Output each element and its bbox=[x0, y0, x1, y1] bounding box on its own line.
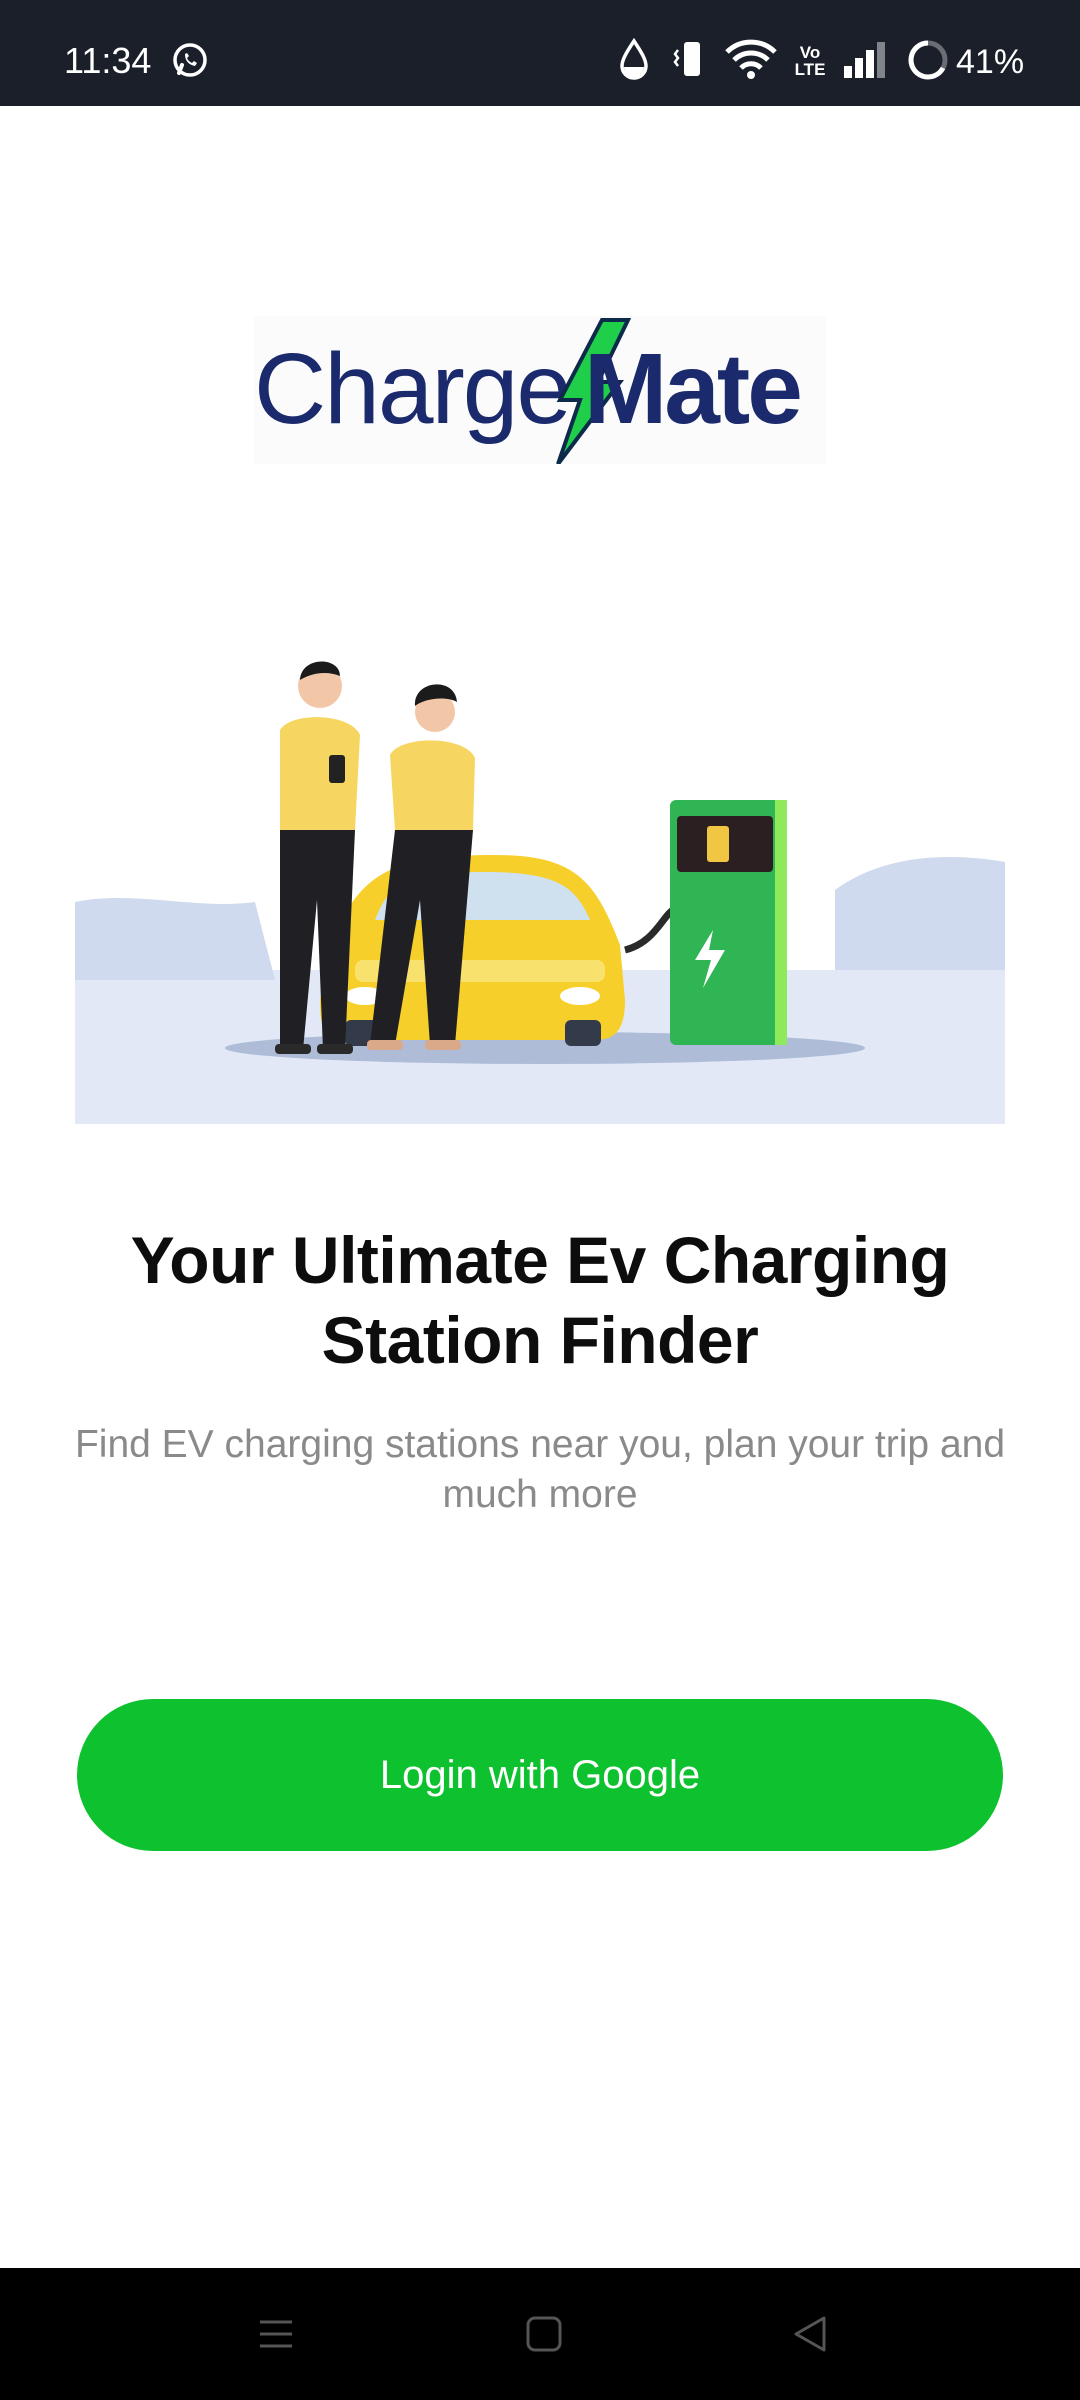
wifi-icon bbox=[725, 39, 777, 79]
status-time: 11:34 bbox=[64, 40, 152, 81]
system-nav-bar bbox=[0, 2268, 1080, 2400]
battery-percent: 41% bbox=[956, 43, 1025, 81]
signal-icon bbox=[844, 42, 885, 78]
chargemate-logo: Charge Mate bbox=[254, 316, 826, 464]
battery-ring-icon bbox=[908, 40, 948, 80]
ev-charging-illustration bbox=[75, 640, 1005, 1124]
logo-text-mate: Mate bbox=[584, 333, 803, 445]
volte-icon: Vo LTE bbox=[794, 43, 826, 79]
water-drop-icon bbox=[620, 38, 648, 80]
logo-text-charge: Charge bbox=[254, 333, 572, 445]
login-with-google-button[interactable]: Login with Google bbox=[77, 1699, 1003, 1851]
back-triangle-icon[interactable] bbox=[780, 2304, 840, 2364]
home-square-icon[interactable] bbox=[514, 2304, 574, 2364]
page-title: Your Ultimate Ev Charging Station Finder bbox=[130, 1223, 950, 1377]
vibrate-icon bbox=[673, 42, 700, 76]
status-bar: 11:34 Vo LTE 41% bbox=[0, 0, 1080, 106]
menu-icon[interactable] bbox=[246, 2304, 306, 2364]
page-subtitle: Find EV charging stations near you, plan… bbox=[74, 1423, 1006, 1516]
whatsapp-icon bbox=[173, 43, 207, 77]
